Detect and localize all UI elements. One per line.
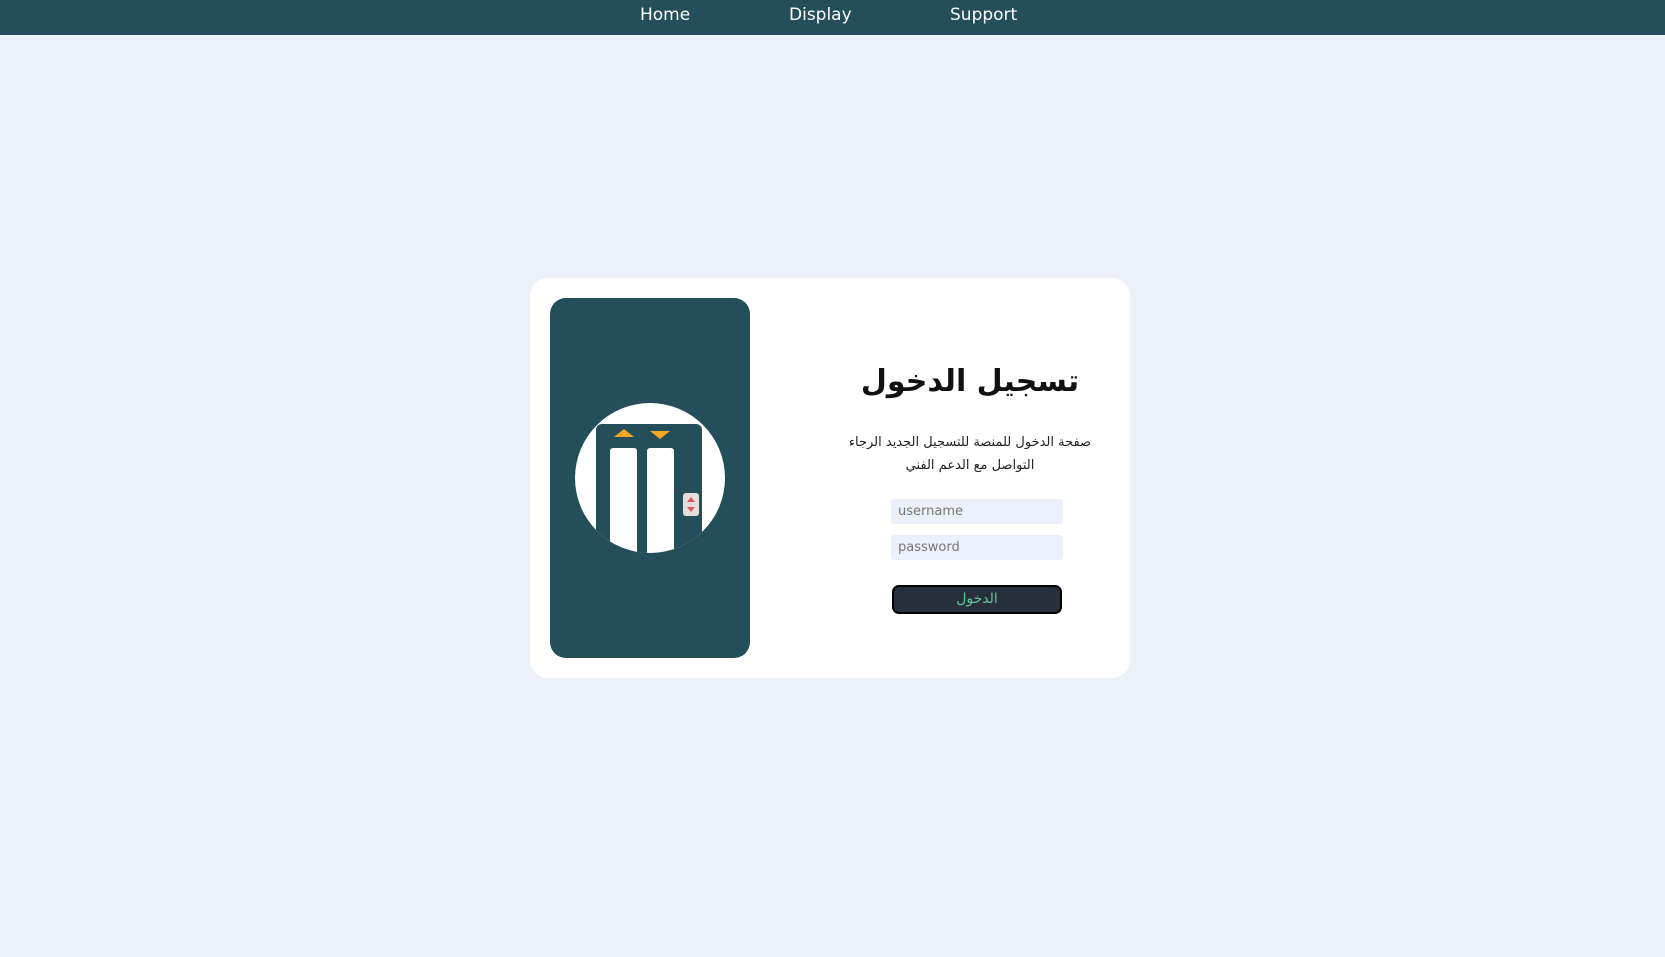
- login-form: تسجيل الدخول صفحة الدخول للمنصة للتسجيل …: [830, 278, 1110, 678]
- nav-support-link[interactable]: Support: [950, 0, 1017, 30]
- login-title: تسجيل الدخول: [860, 364, 1080, 399]
- username-input[interactable]: [891, 499, 1063, 524]
- logo-panel: [550, 298, 750, 658]
- elevator-icon: [575, 403, 725, 553]
- password-input[interactable]: [891, 535, 1063, 560]
- nav-home-link[interactable]: Home: [640, 0, 690, 30]
- nav-display-link[interactable]: Display: [789, 0, 852, 30]
- login-description: صفحة الدخول للمنصة للتسجيل الجديد الرجاء…: [848, 435, 1092, 473]
- top-navbar: Home Display Support: [0, 0, 1665, 35]
- login-button[interactable]: الدخول: [892, 585, 1062, 614]
- login-card: تسجيل الدخول صفحة الدخول للمنصة للتسجيل …: [530, 278, 1130, 678]
